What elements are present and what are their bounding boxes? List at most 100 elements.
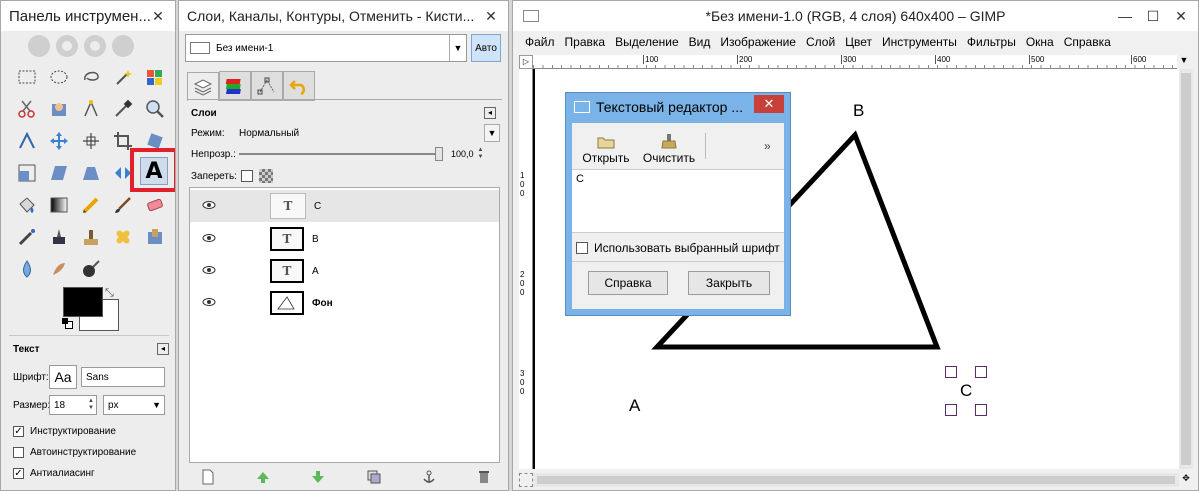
clone-icon[interactable] <box>77 223 105 251</box>
ellipse-select-icon[interactable] <box>45 63 73 91</box>
maximize-icon[interactable]: ☐ <box>1142 7 1164 25</box>
bucket-fill-icon[interactable] <box>13 191 41 219</box>
align-icon[interactable] <box>77 127 105 155</box>
menu-filters[interactable]: Фильтры <box>967 35 1016 49</box>
image-selector[interactable]: Без имени-1 ▼ <box>185 34 467 62</box>
clear-button[interactable]: Очистить <box>638 127 700 165</box>
layer-row[interactable]: T C <box>190 190 499 222</box>
default-colors-icon[interactable] <box>62 318 73 329</box>
paintbrush-icon[interactable] <box>109 191 137 219</box>
perspective-clone-icon[interactable] <box>141 223 169 251</box>
handle[interactable] <box>945 404 957 416</box>
layers-dock-titlebar[interactable]: Слои, Каналы, Контуры, Отменить - Кисти.… <box>179 1 508 31</box>
quick-mask-icon[interactable] <box>519 473 533 487</box>
text-editor-titlebar[interactable]: Текстовый редактор ... ✕ <box>566 93 790 121</box>
menu-file[interactable]: Файл <box>525 35 555 49</box>
text-tool-icon[interactable]: A <box>140 157 168 185</box>
rect-select-icon[interactable] <box>13 63 41 91</box>
close-icon[interactable]: ✕ <box>754 95 784 113</box>
menu-help[interactable]: Справка <box>1064 35 1111 49</box>
lock-alpha-icon[interactable] <box>258 169 273 183</box>
handle[interactable] <box>975 404 987 416</box>
menu-image[interactable]: Изображение <box>720 35 796 49</box>
mode-select[interactable]: Нормальный ▼ <box>239 124 500 142</box>
layer-row[interactable]: Фон <box>190 287 499 319</box>
ink-icon[interactable] <box>45 223 73 251</box>
open-button[interactable]: Открыть <box>578 127 634 165</box>
panel-menu-icon[interactable]: ◂ <box>484 107 496 119</box>
blur-icon[interactable] <box>13 255 41 283</box>
font-name-field[interactable]: Sans <box>81 367 165 387</box>
tool-options-menu-icon[interactable]: ◂ <box>157 343 169 355</box>
scroll-thumb[interactable] <box>537 476 1175 484</box>
zoom-fit-icon[interactable]: ✥ <box>1179 473 1193 487</box>
measure-icon[interactable] <box>13 127 41 155</box>
close-icon[interactable]: ✕ <box>480 7 502 25</box>
lower-layer-icon[interactable] <box>311 470 325 487</box>
size-field[interactable]: 18 ▲ ▼ <box>49 395 97 415</box>
zoom-icon[interactable] <box>141 95 169 123</box>
horizontal-scrollbar[interactable] <box>533 473 1179 487</box>
perspective-icon[interactable] <box>77 159 105 187</box>
opacity-handle[interactable] <box>435 147 443 161</box>
menu-view[interactable]: Вид <box>689 35 711 49</box>
smudge-icon[interactable] <box>45 255 73 283</box>
tab-layers[interactable] <box>187 71 219 101</box>
menu-layer[interactable]: Слой <box>806 35 835 49</box>
opacity-value[interactable]: 100,0 <box>451 149 474 159</box>
text-input-area[interactable]: C <box>572 169 784 233</box>
close-icon[interactable]: ✕ <box>1170 7 1192 25</box>
eye-icon[interactable] <box>202 199 216 213</box>
navigate-icon[interactable]: ▼ <box>1177 55 1191 69</box>
select-by-color-icon[interactable] <box>141 63 169 91</box>
font-preview-button[interactable]: Aa <box>49 365 77 389</box>
opacity-slider[interactable] <box>239 147 443 161</box>
opacity-spin-icon[interactable]: ▲ ▼ <box>478 147 484 161</box>
pencil-icon[interactable] <box>77 191 105 219</box>
use-font-checkbox[interactable] <box>576 242 588 254</box>
minimize-icon[interactable]: — <box>1114 7 1136 25</box>
ruler-corner[interactable]: ▷ <box>519 55 533 69</box>
unit-select[interactable]: px ▼ <box>103 395 165 415</box>
scissors-icon[interactable] <box>13 95 41 123</box>
blend-icon[interactable] <box>45 191 73 219</box>
close-icon[interactable]: ✕ <box>147 7 169 25</box>
antialias-checkbox[interactable]: ✓ <box>13 468 24 479</box>
scroll-thumb[interactable] <box>1181 73 1191 465</box>
delete-layer-icon[interactable] <box>477 470 491 487</box>
image-window-titlebar[interactable]: *Без имени-1.0 (RGB, 4 слоя) 640x400 – G… <box>513 1 1198 31</box>
horizontal-ruler[interactable]: 100 200 300 400 500 600 <box>533 55 1177 69</box>
color-picker-icon[interactable] <box>109 95 137 123</box>
text-box-handles[interactable] <box>945 366 987 416</box>
tab-paths[interactable] <box>251 71 283 101</box>
handle[interactable] <box>975 366 987 378</box>
menu-edit[interactable]: Правка <box>565 35 606 49</box>
swap-colors-icon[interactable]: ⤡ <box>105 287 114 300</box>
foreground-color-swatch[interactable] <box>63 287 103 317</box>
paths-icon[interactable] <box>77 95 105 123</box>
dodge-burn-icon[interactable] <box>77 255 105 283</box>
hinting-checkbox[interactable]: ✓ <box>13 426 24 437</box>
scale-icon[interactable] <box>13 159 41 187</box>
layer-row[interactable]: T A <box>190 255 499 287</box>
layer-row[interactable]: T B <box>190 223 499 255</box>
shear-icon[interactable] <box>45 159 73 187</box>
menu-tools[interactable]: Инструменты <box>882 35 957 49</box>
eye-icon[interactable] <box>202 296 216 310</box>
lasso-icon[interactable] <box>77 63 105 91</box>
auto-button[interactable]: Авто <box>471 34 501 62</box>
help-button[interactable]: Справка <box>588 271 668 295</box>
vertical-ruler[interactable]: 100 200 300 <box>519 69 533 469</box>
vertical-scrollbar[interactable] <box>1179 69 1193 469</box>
toolbar-overflow-icon[interactable]: » <box>764 139 771 153</box>
autohint-checkbox[interactable] <box>13 447 24 458</box>
heal-icon[interactable] <box>109 223 137 251</box>
tab-channels[interactable] <box>219 71 251 101</box>
move-icon[interactable] <box>45 127 73 155</box>
anchor-icon[interactable] <box>422 470 436 487</box>
menu-select[interactable]: Выделение <box>615 35 679 49</box>
handle[interactable] <box>945 366 957 378</box>
duplicate-layer-icon[interactable] <box>367 470 381 487</box>
airbrush-icon[interactable] <box>13 223 41 251</box>
new-layer-icon[interactable] <box>201 469 215 488</box>
